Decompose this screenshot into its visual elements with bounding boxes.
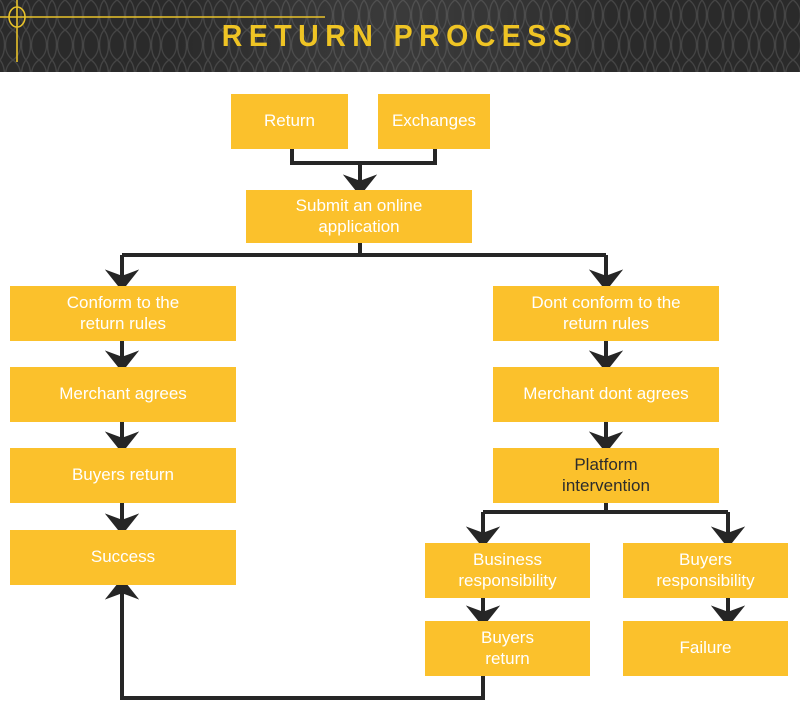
edge-merge-bar bbox=[290, 149, 437, 165]
node-success[interactable]: Success bbox=[10, 530, 236, 585]
node-label: Failure bbox=[679, 638, 732, 658]
node-label: Return bbox=[263, 111, 316, 131]
node-merchant-agrees[interactable]: Merchant agrees bbox=[10, 367, 236, 422]
node-label: Merchant agrees bbox=[59, 384, 187, 404]
node-platform-intervention[interactable]: Platform intervention bbox=[493, 448, 719, 503]
node-buyers-return-left[interactable]: Buyers return bbox=[10, 448, 236, 503]
node-failure[interactable]: Failure bbox=[623, 621, 788, 676]
node-label: Submit an online application bbox=[295, 195, 423, 236]
header-banner: RETURN PROCESS bbox=[0, 0, 800, 72]
node-label: Buyers return bbox=[71, 465, 175, 485]
node-dont-conform-to-return-rules[interactable]: Dont conform to the return rules bbox=[493, 286, 719, 341]
node-buyers-return-bottom[interactable]: Buyers return bbox=[425, 621, 590, 676]
node-exchanges[interactable]: Exchanges bbox=[378, 94, 490, 149]
node-business-responsibility[interactable]: Business responsibility bbox=[425, 543, 590, 598]
node-label: Dont conform to the return rules bbox=[531, 292, 681, 333]
node-label: Platform intervention bbox=[562, 454, 650, 495]
node-label: Success bbox=[90, 547, 156, 567]
flowchart-canvas: Return Exchanges Submit an online applic… bbox=[0, 72, 800, 709]
page-title: RETURN PROCESS bbox=[221, 18, 579, 53]
node-label: Buyers return bbox=[481, 627, 534, 668]
node-conform-to-return-rules[interactable]: Conform to the return rules bbox=[10, 286, 236, 341]
node-return[interactable]: Return bbox=[231, 94, 348, 149]
node-merchant-dont-agrees[interactable]: Merchant dont agrees bbox=[493, 367, 719, 422]
node-label: Buyers responsibility bbox=[656, 549, 755, 590]
node-submit-application[interactable]: Submit an online application bbox=[246, 190, 472, 243]
node-label: Merchant dont agrees bbox=[523, 384, 689, 404]
node-label: Conform to the return rules bbox=[66, 292, 180, 333]
node-label: Exchanges bbox=[391, 111, 477, 131]
node-label: Business responsibility bbox=[458, 549, 557, 590]
node-buyers-responsibility[interactable]: Buyers responsibility bbox=[623, 543, 788, 598]
